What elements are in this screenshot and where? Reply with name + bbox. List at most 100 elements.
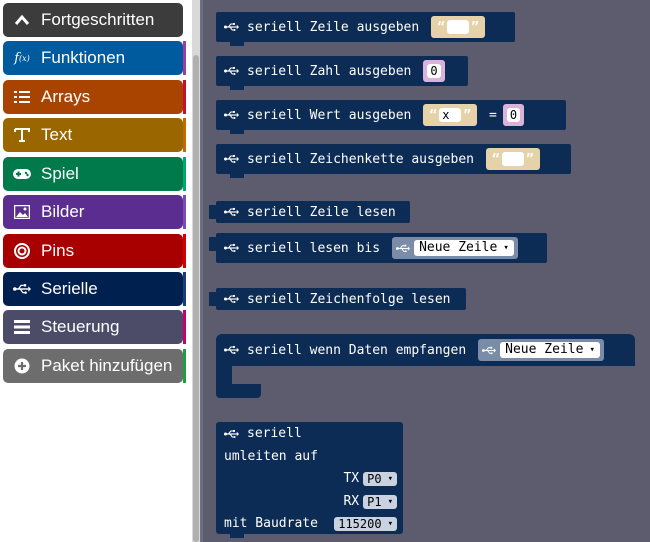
category-label: Paket hinzufügen [41,356,173,375]
usb-icon [224,294,239,304]
block-seriell-zahl-ausgeben[interactable]: seriell Zahl ausgeben 0 [216,56,468,86]
output-tab [209,205,217,219]
next-connector [230,534,244,538]
dropdown-label: Neue Zeile [505,342,584,357]
usb-icon [396,244,411,252]
category-funktionen[interactable]: f (x) Funktionen [3,41,183,75]
delimiter-dropdown[interactable]: Neue Zeile ▾ [478,339,604,361]
equals-sign: = [489,107,497,123]
usb-icon [224,429,239,438]
baud-row: mit Baudrate 115200 ▾ [224,516,397,531]
string-field[interactable] [447,20,470,34]
category-pins[interactable]: Pins [3,234,183,268]
usb-icon [224,110,239,120]
block-header: seriell [224,426,302,441]
tx-dropdown[interactable]: P0 ▾ [363,471,397,486]
usb-icon [224,207,239,217]
block-label: seriell Zahl ausgeben [247,63,412,79]
number-field[interactable]: 0 [506,108,521,122]
delimiter-dropdown[interactable]: Neue Zeile ▾ [392,237,518,259]
category-label: Steuerung [41,317,120,336]
category-text[interactable]: Text [3,118,183,152]
flyout-edge [200,0,203,542]
toolbox-scrollbar-thumb[interactable] [193,55,199,542]
next-connector [230,130,244,134]
category-edge [183,310,186,344]
usb-icon [224,154,239,164]
category-label: Serielle [41,279,98,298]
category-bilder[interactable]: Bilder [3,195,183,229]
list-icon [13,88,31,106]
gamepad-icon [13,165,31,183]
category-edge [183,118,186,152]
block-label: seriell lesen bis [247,240,381,256]
category-edge [183,272,186,306]
next-connector [230,174,244,178]
baud-dropdown[interactable]: 115200 ▾ [334,516,397,531]
usb-icon [224,66,239,76]
block-label: seriell Zeile ausgeben [247,19,420,35]
string-field[interactable] [501,152,524,166]
dropdown-label: P1 [367,494,382,509]
category-label: Arrays [41,87,91,106]
string-input[interactable]: “ x ” [423,104,478,126]
control-icon [13,318,31,336]
text-icon [13,126,31,144]
chevron-down-icon: ▾ [387,518,393,529]
quote-close: ” [525,151,534,167]
rx-row: RX P1 ▾ [343,494,397,509]
block-seriell-wenn-daten-empfangen[interactable]: seriell wenn Daten empfangen Neue Zeile ▾ [216,334,635,366]
block-seriell-zeile-lesen[interactable]: seriell Zeile lesen [216,201,410,223]
dropdown-value[interactable]: Neue Zeile ▾ [500,342,600,358]
category-edge [183,41,186,75]
chevron-down-icon: ▾ [387,473,393,484]
quote-open: “ [429,107,438,123]
block-seriell-zeile-ausgeben[interactable]: seriell Zeile ausgeben “ ” [216,12,515,42]
category-edge [183,349,186,383]
string-field[interactable]: x [439,108,462,122]
number-input[interactable]: 0 [423,60,445,82]
string-input[interactable]: “ ” [485,148,540,170]
block-label: seriell Wert ausgeben [247,107,412,123]
block-seriell-umleiten[interactable]: seriell umleiten auf TX P0 ▾ RX P1 ▾ mit B… [216,422,403,534]
category-serielle[interactable]: Serielle [3,272,183,306]
rx-dropdown[interactable]: P1 ▾ [363,494,397,509]
usb-icon [224,22,239,32]
category-fortgeschritten[interactable]: Fortgeschritten [3,3,183,37]
dropdown-label: Neue Zeile [419,240,498,255]
category-arrays[interactable]: Arrays [3,80,183,114]
category-spiel[interactable]: Spiel [3,157,183,191]
block-seriell-lesen-bis[interactable]: seriell lesen bis Neue Zeile ▾ [216,233,547,263]
image-icon [13,203,31,221]
output-tab [209,292,217,306]
chevron-up-icon [13,11,31,29]
block-seriell-zeichenfolge-lesen[interactable]: seriell Zeichenfolge lesen [216,288,466,310]
category-label: Funktionen [41,48,126,67]
function-icon: f (x) [14,50,30,66]
category-label: Pins [41,241,75,260]
string-input[interactable]: “ ” [431,16,485,38]
next-connector [230,86,244,90]
chevron-down-icon: ▾ [589,345,595,355]
block-label: seriell Zeichenkette ausgeben [247,151,474,167]
output-tab [209,237,217,251]
block-label: umleiten auf [224,449,318,464]
c-block-gap [232,366,264,372]
category-steuerung[interactable]: Steuerung [3,310,183,344]
category-edge [183,234,186,268]
rx-label: RX [343,494,360,509]
number-field[interactable]: 0 [427,64,441,78]
block-seriell-wert-ausgeben[interactable]: seriell Wert ausgeben “ x ” = 0 [216,100,566,130]
dropdown-value[interactable]: Neue Zeile ▾ [414,240,514,256]
tx-label: TX [343,471,360,486]
usb-icon [224,345,239,355]
usb-icon [482,346,497,354]
block-seriell-zeichenkette-ausgeben[interactable]: seriell Zeichenkette ausgeben “ ” [216,144,571,174]
quote-open: “ [491,151,500,167]
number-input[interactable]: 0 [502,104,525,126]
pins-icon [13,242,31,260]
category-paket-hinzufuegen[interactable]: Paket hinzufügen [3,349,183,383]
next-connector [230,42,244,46]
chevron-down-icon: ▾ [503,243,509,253]
block-label: seriell Zeichenfolge lesen [247,291,451,307]
